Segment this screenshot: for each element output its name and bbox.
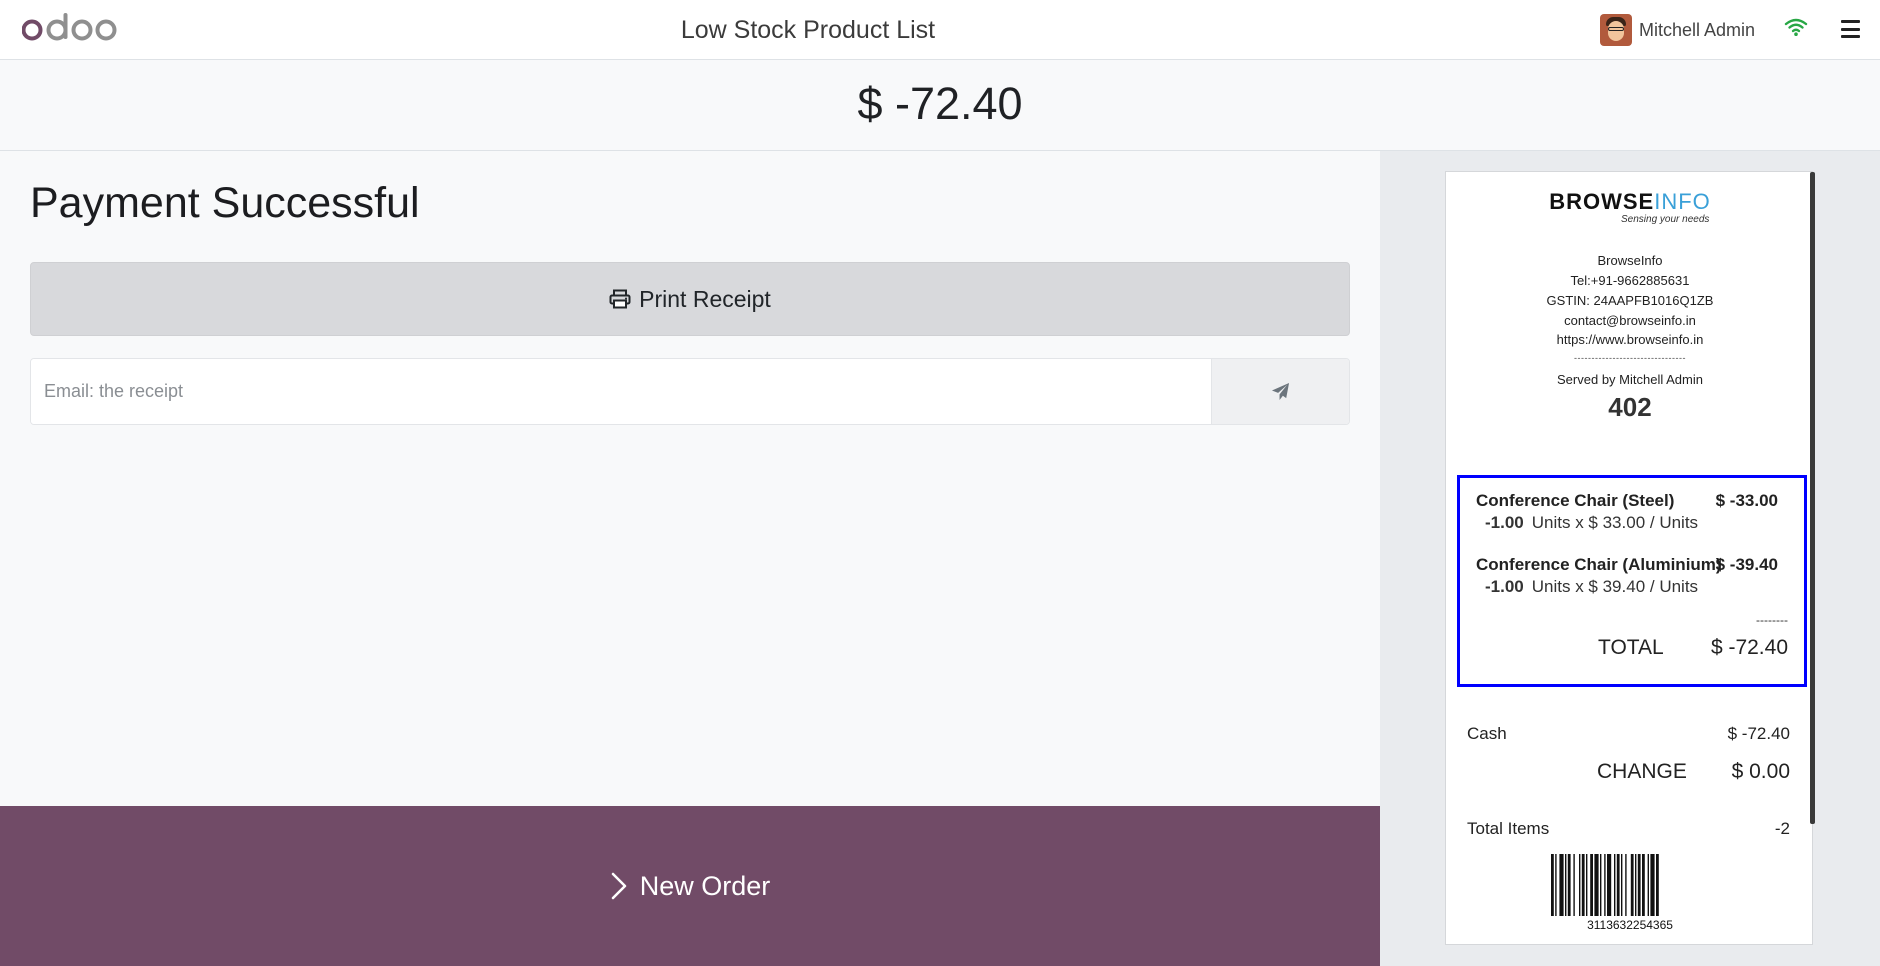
company-tagline: Sensing your needs bbox=[1621, 214, 1710, 225]
payment-amount: $ -72.40 bbox=[1727, 724, 1790, 743]
total-items-value: -2 bbox=[1774, 819, 1790, 838]
user-name: Mitchell Admin bbox=[1639, 19, 1756, 40]
new-order-button[interactable]: New Order bbox=[0, 806, 1380, 966]
company-gstin: GSTIN: 24AAPFB1016Q1ZB bbox=[1546, 293, 1714, 308]
receipt-divider: -------------------------------- bbox=[1574, 353, 1686, 363]
user-menu[interactable]: Mitchell Admin bbox=[1600, 14, 1755, 46]
avatar bbox=[1600, 14, 1632, 46]
receipt[interactable]: BROWSEINFO Sensing your needs BrowseInfo… bbox=[1445, 171, 1813, 945]
payment-panel: Payment Successful Print Receipt bbox=[0, 151, 1380, 805]
page-title: Low Stock Product List bbox=[680, 16, 936, 44]
email-receipt-input[interactable] bbox=[31, 359, 1211, 424]
company-email: contact@browseinfo.in bbox=[1564, 313, 1696, 328]
line-qty: -1.00 bbox=[1485, 513, 1524, 532]
total-label: TOTAL bbox=[1598, 636, 1664, 659]
company-logo: BROWSEINFO bbox=[1549, 189, 1711, 214]
total-items-label: Total Items bbox=[1467, 819, 1550, 838]
line-price: $ -39.40 bbox=[1715, 555, 1778, 574]
order-lines-highlight: Conference Chair (Steel) $ -33.00 -1.00 U… bbox=[1457, 475, 1807, 687]
receipt-panel: BROWSEINFO Sensing your needs BrowseInfo… bbox=[1380, 151, 1880, 966]
company-website: https://www.browseinfo.in bbox=[1556, 332, 1704, 347]
amount-due: $ -72.40 bbox=[857, 78, 1023, 129]
line-product-name: Conference Chair (Aluminium) bbox=[1476, 555, 1722, 574]
total-value: $ -72.40 bbox=[1710, 636, 1788, 659]
print-receipt-button[interactable]: Print Receipt bbox=[30, 262, 1350, 336]
receipt-scrollbar[interactable] bbox=[1810, 172, 1815, 824]
amount-bar: $ -72.40 bbox=[0, 60, 1880, 151]
top-navbar: Low Stock Product List Mitchell Admin bbox=[0, 0, 1880, 60]
line-unit-detail: Units x $ 33.00 / Units bbox=[1531, 513, 1699, 532]
chevron-right-icon bbox=[611, 872, 626, 900]
line-quantity-detail: -1.00 Units x $ 39.40 / Units bbox=[1485, 577, 1698, 597]
hamburger-menu-icon[interactable] bbox=[1841, 20, 1860, 38]
payment-method: Cash bbox=[1467, 724, 1507, 743]
email-receipt-row bbox=[30, 358, 1350, 425]
line-product-name: Conference Chair (Steel) bbox=[1476, 491, 1675, 510]
line-price: $ -33.00 bbox=[1715, 491, 1778, 510]
change-value: $ 0.00 bbox=[1731, 760, 1790, 783]
line-quantity-detail: -1.00 Units x $ 33.00 / Units bbox=[1485, 513, 1698, 533]
company-name: BrowseInfo bbox=[1597, 253, 1663, 268]
print-receipt-label: Print Receipt bbox=[639, 285, 771, 312]
paper-plane-icon bbox=[1271, 382, 1290, 401]
line-qty: -1.00 bbox=[1485, 577, 1524, 596]
served-by: Served by Mitchell Admin bbox=[1557, 372, 1703, 387]
new-order-label: New Order bbox=[639, 870, 771, 901]
send-email-button[interactable] bbox=[1211, 359, 1349, 424]
line-unit-detail: Units x $ 39.40 / Units bbox=[1531, 577, 1699, 596]
barcode-number: 3113632254365 bbox=[1587, 918, 1673, 932]
change-label: CHANGE bbox=[1597, 760, 1687, 783]
total-separator: -------- bbox=[1756, 613, 1788, 627]
payment-status-title: Payment Successful bbox=[30, 179, 420, 227]
print-icon bbox=[609, 289, 631, 309]
company-phone: Tel:+91-9662885631 bbox=[1570, 273, 1690, 288]
wifi-icon[interactable] bbox=[1784, 17, 1808, 37]
order-number: 402 bbox=[1608, 392, 1652, 422]
barcode bbox=[1551, 854, 1659, 916]
